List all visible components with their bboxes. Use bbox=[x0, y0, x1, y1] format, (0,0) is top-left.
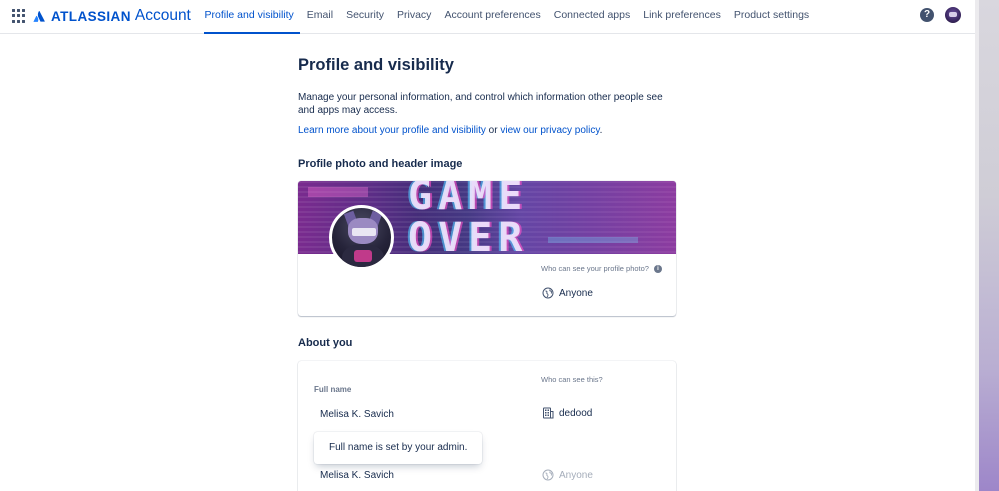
or-text: or bbox=[485, 125, 501, 136]
globe-icon bbox=[542, 469, 554, 481]
full-name-visibility-dropdown[interactable]: dedood bbox=[542, 407, 592, 419]
tab-profile-and-visibility[interactable]: Profile and visibility bbox=[198, 0, 301, 34]
tab-security[interactable]: Security bbox=[340, 0, 391, 34]
photo-visibility-dropdown[interactable]: Anyone bbox=[542, 287, 593, 299]
user-avatar[interactable] bbox=[945, 7, 961, 23]
nav-tabs: Profile and visibility Email Security Pr… bbox=[198, 0, 816, 34]
full-name-value: Melisa K. Savich bbox=[320, 409, 394, 420]
about-visibility-label: Who can see this? bbox=[541, 375, 603, 384]
help-icon[interactable]: ? bbox=[920, 8, 934, 22]
public-name-visibility-value: Anyone bbox=[559, 469, 593, 481]
globe-icon bbox=[542, 287, 554, 299]
tab-link-preferences[interactable]: Link preferences bbox=[637, 0, 728, 34]
period-text: . bbox=[599, 125, 603, 136]
photo-visibility-value: Anyone bbox=[559, 287, 593, 299]
header-image-text: GAME OVER bbox=[408, 181, 529, 254]
public-name-visibility-dropdown[interactable]: Anyone bbox=[542, 469, 593, 481]
brand-secondary-text: Account bbox=[134, 7, 191, 24]
about-you-heading: About you bbox=[298, 337, 353, 349]
about-you-card: Who can see this? Full name Melisa K. Sa… bbox=[298, 361, 676, 491]
full-name-visibility-value: dedood bbox=[559, 407, 593, 419]
app-switcher-icon[interactable] bbox=[12, 9, 26, 23]
learn-more-link[interactable]: Learn more about your profile and visibi… bbox=[298, 125, 486, 136]
brand-primary-text: ATLASSIAN bbox=[51, 8, 131, 24]
public-name-value: Melisa K. Savich bbox=[320, 470, 394, 481]
tab-privacy[interactable]: Privacy bbox=[391, 0, 438, 34]
tab-account-preferences[interactable]: Account preferences bbox=[438, 0, 547, 34]
profile-photo[interactable] bbox=[329, 205, 394, 270]
help-links: Learn more about your profile and visibi… bbox=[298, 125, 602, 136]
profile-photo-heading: Profile photo and header image bbox=[298, 158, 463, 170]
tab-product-settings[interactable]: Product settings bbox=[727, 0, 815, 34]
building-icon bbox=[543, 407, 554, 419]
photo-visibility-label-text: Who can see your profile photo? bbox=[541, 264, 649, 273]
top-navigation: ATLASSIAN Account Profile and visibility… bbox=[0, 0, 975, 34]
page-intro: Manage your personal information, and co… bbox=[298, 92, 663, 116]
tab-connected-apps[interactable]: Connected apps bbox=[547, 0, 636, 34]
atlassian-logo-icon bbox=[33, 10, 45, 22]
profile-photo-card: GAME OVER Who can see your profile photo… bbox=[298, 181, 676, 316]
full-name-label: Full name bbox=[314, 385, 352, 394]
atlassian-account-logo[interactable]: ATLASSIAN Account bbox=[33, 6, 191, 26]
info-icon[interactable]: i bbox=[653, 265, 662, 274]
admin-tooltip: Full name is set by your admin. bbox=[314, 432, 483, 464]
privacy-policy-link[interactable]: view our privacy policy bbox=[500, 125, 599, 136]
page-title: Profile and visibility bbox=[298, 56, 454, 74]
tab-email[interactable]: Email bbox=[300, 0, 339, 34]
photo-visibility-label: Who can see your profile photo? i bbox=[541, 264, 662, 274]
window-edge bbox=[975, 0, 999, 491]
